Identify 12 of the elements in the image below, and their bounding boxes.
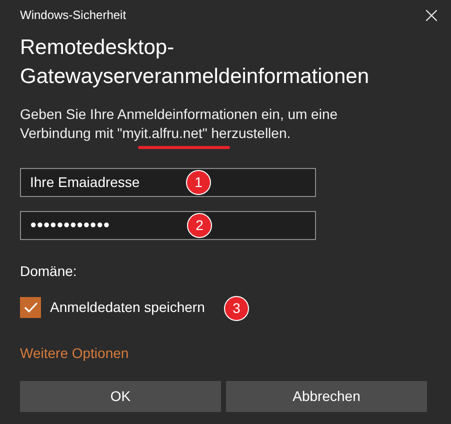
check-icon bbox=[24, 302, 38, 313]
window-title: Windows-Sicherheit bbox=[20, 7, 126, 24]
domain-label: Domäne: bbox=[20, 262, 78, 281]
remember-label: Anmeldedaten speichern bbox=[50, 298, 205, 317]
more-options-link[interactable]: Weitere Optionen bbox=[20, 343, 129, 364]
number-badge: 3 bbox=[224, 296, 249, 321]
ok-button[interactable]: OK bbox=[20, 381, 221, 412]
cancel-button[interactable]: Abbrechen bbox=[226, 381, 427, 412]
dialog-heading: Remotedesktop-Gatewayserveranmeldeinformationen bbox=[20, 35, 370, 90]
close-icon[interactable] bbox=[426, 10, 437, 20]
remember-checkbox[interactable] bbox=[20, 297, 41, 318]
description-text: Geben Sie Ihre Anmeldeinformationen ein, um eine Verbindung mit "myit.alfru.net" herzustellen. bbox=[20, 105, 339, 143]
